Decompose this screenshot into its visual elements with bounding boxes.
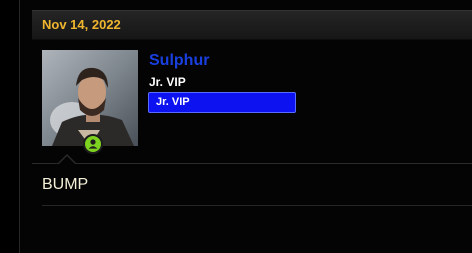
message-pointer-inner	[59, 156, 75, 164]
message-divider	[32, 163, 472, 164]
user-online-icon	[83, 134, 103, 154]
avatar-image	[42, 50, 138, 146]
message-body: BUMP	[42, 176, 89, 193]
page: Nov 14, 2022 Sulphur Jr. VIP Jr. VIP BUM…	[0, 0, 472, 253]
post-header: Nov 14, 2022	[32, 10, 472, 40]
user-banner: Jr. VIP	[148, 92, 296, 113]
user-avatar[interactable]	[42, 50, 138, 146]
post-date[interactable]: Nov 14, 2022	[42, 17, 121, 32]
username-link[interactable]: Sulphur	[149, 52, 209, 70]
user-title: Jr. VIP	[149, 75, 186, 89]
message-footer-divider	[42, 205, 472, 206]
forum-post: Nov 14, 2022 Sulphur Jr. VIP Jr. VIP BUM…	[19, 0, 472, 253]
